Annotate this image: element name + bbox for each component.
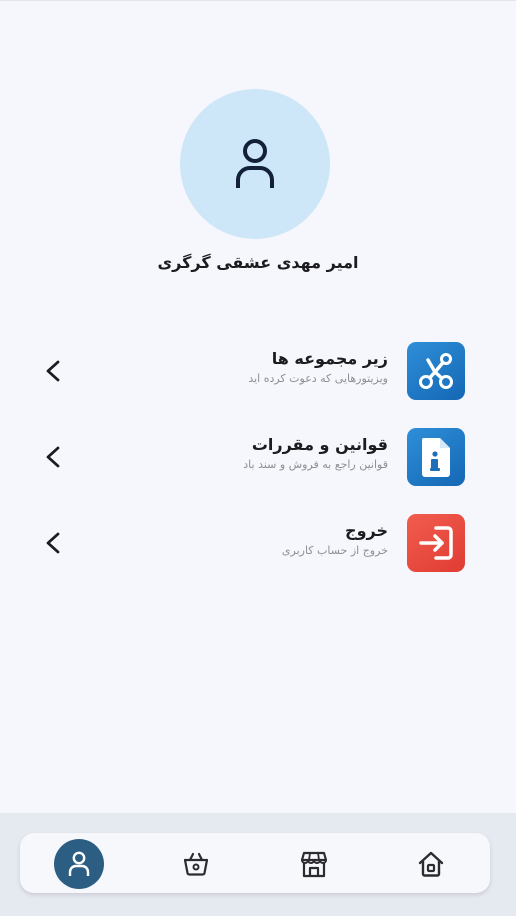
avatar[interactable] [180,89,330,239]
menu-title: قوانین و مقررات [251,435,388,454]
chevron-left-icon [46,532,60,554]
menu-title: خروج [345,521,388,540]
menu-text: قوانین و مقررات قوانین راجع به فروش و سن… [108,434,388,471]
chevron-left-icon [46,446,60,468]
bottom-nav-area [0,813,516,916]
user-icon [236,139,274,188]
menu-subtitle: خروج از حساب کاربری [281,544,388,557]
menu-text: زیر مجموعه ها ویزیتورهایی که دعوت کرده ا… [108,348,388,385]
nav-basket-button[interactable] [171,839,221,889]
menu-subtitle: ویزیتورهایی که دعوت کرده اید [248,372,388,385]
chevron-left-icon [46,360,60,382]
profile-icon [68,851,90,876]
profile-screen: امیر مهدی عشقی گرگری زیر مجموعه ها ویزیت… [0,0,516,916]
store-icon [300,851,328,878]
nav-store-button[interactable] [289,839,339,889]
menu-text: خروج خروج از حساب کاربری [108,520,388,557]
menu-item-rules[interactable]: قوانین و مقررات قوانین راجع به فروش و سن… [30,426,470,488]
basket-icon [183,852,209,876]
share-nodes-icon [407,342,465,400]
nav-home-button[interactable] [406,839,456,889]
logout-icon [407,514,465,572]
menu-item-logout[interactable]: خروج خروج از حساب کاربری [30,512,470,574]
menu-subtitle: قوانین راجع به فروش و سند باد [243,458,388,471]
menu-item-referrals[interactable]: زیر مجموعه ها ویزیتورهایی که دعوت کرده ا… [30,340,470,402]
menu-title: زیر مجموعه ها [271,349,388,368]
info-document-icon [407,428,465,486]
bottom-nav [20,833,490,893]
user-name: امیر مهدی عشقی گرگری [157,253,359,272]
home-icon [418,851,444,877]
nav-profile-button[interactable] [54,839,104,889]
